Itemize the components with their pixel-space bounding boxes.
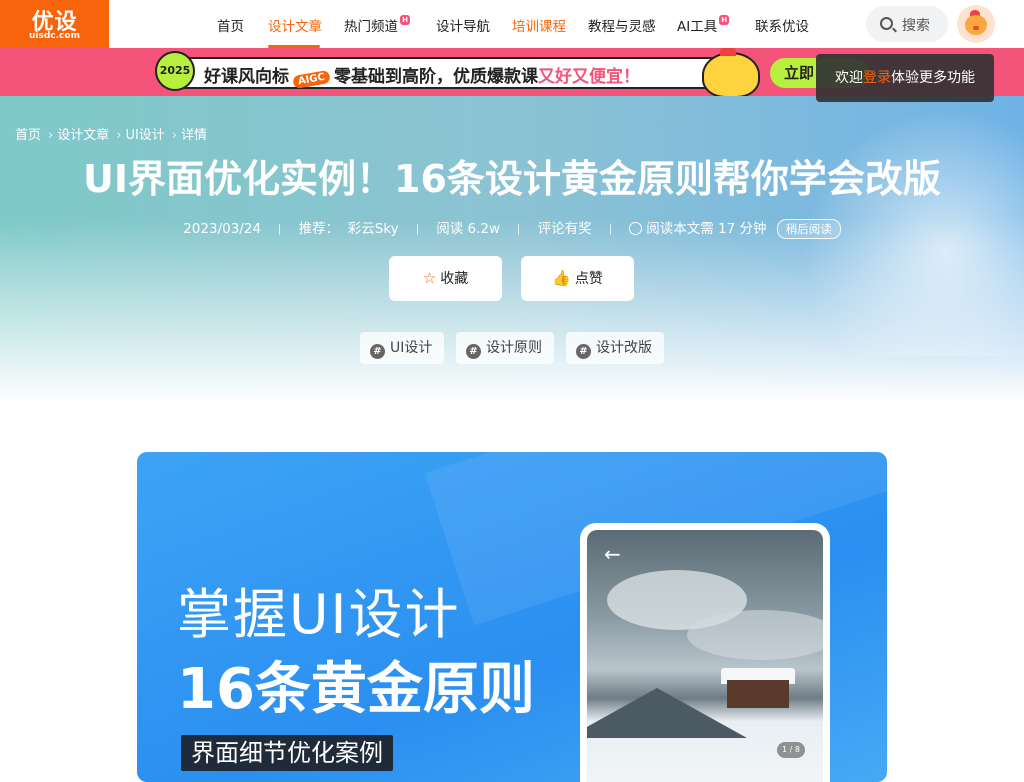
chick-mascot-icon [702,48,760,96]
nav-item-design-nav[interactable]: 设计导航 [436,15,490,35]
year-badge: 2025 [155,51,195,91]
avatar-beak [973,26,979,30]
publish-date: 2023/03/24 [183,221,262,237]
breadcrumb: 首页 › 设计文章 › UI设计 › 详情 [15,128,208,143]
read-time: 阅读本文需 17 分钟 [646,221,767,237]
logo-domain: uisdc.com [29,31,80,41]
breadcrumb-current: 详情 [181,128,208,143]
nav-item-hot-channels[interactable]: 热门频道 H [344,15,410,35]
like-button[interactable]: 👍 点赞 [521,256,634,301]
tag-ui-design[interactable]: # UI设计 [360,332,445,364]
aigc-badge: AIGC [292,69,331,90]
clock-icon [629,222,643,235]
cover-subheading: 16条黄金原则 [177,657,535,722]
star-icon: ☆ [422,269,437,287]
collect-button[interactable]: ☆ 收藏 [389,256,502,301]
tag-redesign[interactable]: # 设计改版 [566,332,664,364]
top-nav: 优设 uisdc.com 首页 设计文章 热门频道 H 设计导航 培训课程 教程与… [0,0,1024,48]
cover-heading: 掌握UI设计 [177,583,461,646]
banner-text: 好课风向标 AIGC 零基础到高阶，优质爆款课又好又便宜！ [204,67,641,90]
hash-icon: # [576,344,591,359]
back-arrow-icon: ← [604,542,621,566]
cover-caption: 界面细节优化案例 [181,735,393,771]
recommend-label: 推荐： [298,221,340,237]
page-title: UI界面优化实例！16条设计黄金原则帮你学会改版 [83,157,941,201]
recommender-link[interactable]: 彩云Sky [348,221,399,237]
hot-badge-icon: H [400,15,410,25]
article-meta: 2023/03/24 推荐： 彩云Sky 阅读 6.2w 评论有奖 阅读本文需 … [0,217,1024,239]
nav-item-courses[interactable]: 培训课程 [512,15,566,35]
snow-landscape-photo: ← 1 / 8 [587,530,823,782]
nav-item-tutorials[interactable]: 教程与灵感 [588,15,656,35]
nav-item-articles[interactable]: 设计文章 [268,15,322,35]
cabin-image [727,680,789,708]
search-button[interactable]: 搜索 [866,6,948,42]
search-label: 搜索 [902,18,930,34]
image-pager: 1 / 8 [777,742,805,758]
nav-item-ai-tools[interactable]: AI工具 H [677,15,730,35]
phone-mockup: ← 1 / 8 [580,523,830,782]
nav-item-contact[interactable]: 联系优设 [755,15,809,35]
comments-link[interactable]: 评论有奖 [538,221,592,237]
breadcrumb-articles[interactable]: 设计文章 [57,128,109,143]
article-hero: 首页 › 设计文章 › UI设计 › 详情 UI界面优化实例！16条设计黄金原则帮你学会改版… [0,96,1024,404]
login-tooltip: 欢迎登录体验更多功能 [816,54,994,102]
tag-design-principles[interactable]: # 设计原则 [456,332,554,364]
hash-icon: # [370,344,385,359]
article-cover-image: 掌握UI设计 16条黄金原则 界面细节优化案例 ← 1 / 8 [137,452,887,782]
nav-item-home[interactable]: 首页 [217,15,244,35]
avatar-chick-icon [965,15,987,35]
read-later-button[interactable]: 稍后阅读 [776,219,841,239]
view-count: 阅读 6.2w [436,221,501,237]
breadcrumb-ui-design[interactable]: UI设计 [125,128,164,143]
login-link[interactable]: 登录 [863,70,891,86]
breadcrumb-home[interactable]: 首页 [15,128,41,143]
nav-active-indicator [268,45,320,48]
avatar[interactable] [957,5,995,43]
hot-badge-icon: H [719,15,730,25]
hash-icon: # [466,344,481,359]
site-logo[interactable]: 优设 uisdc.com [0,0,109,48]
search-icon [880,17,893,30]
thumbs-up-icon: 👍 [552,269,571,287]
